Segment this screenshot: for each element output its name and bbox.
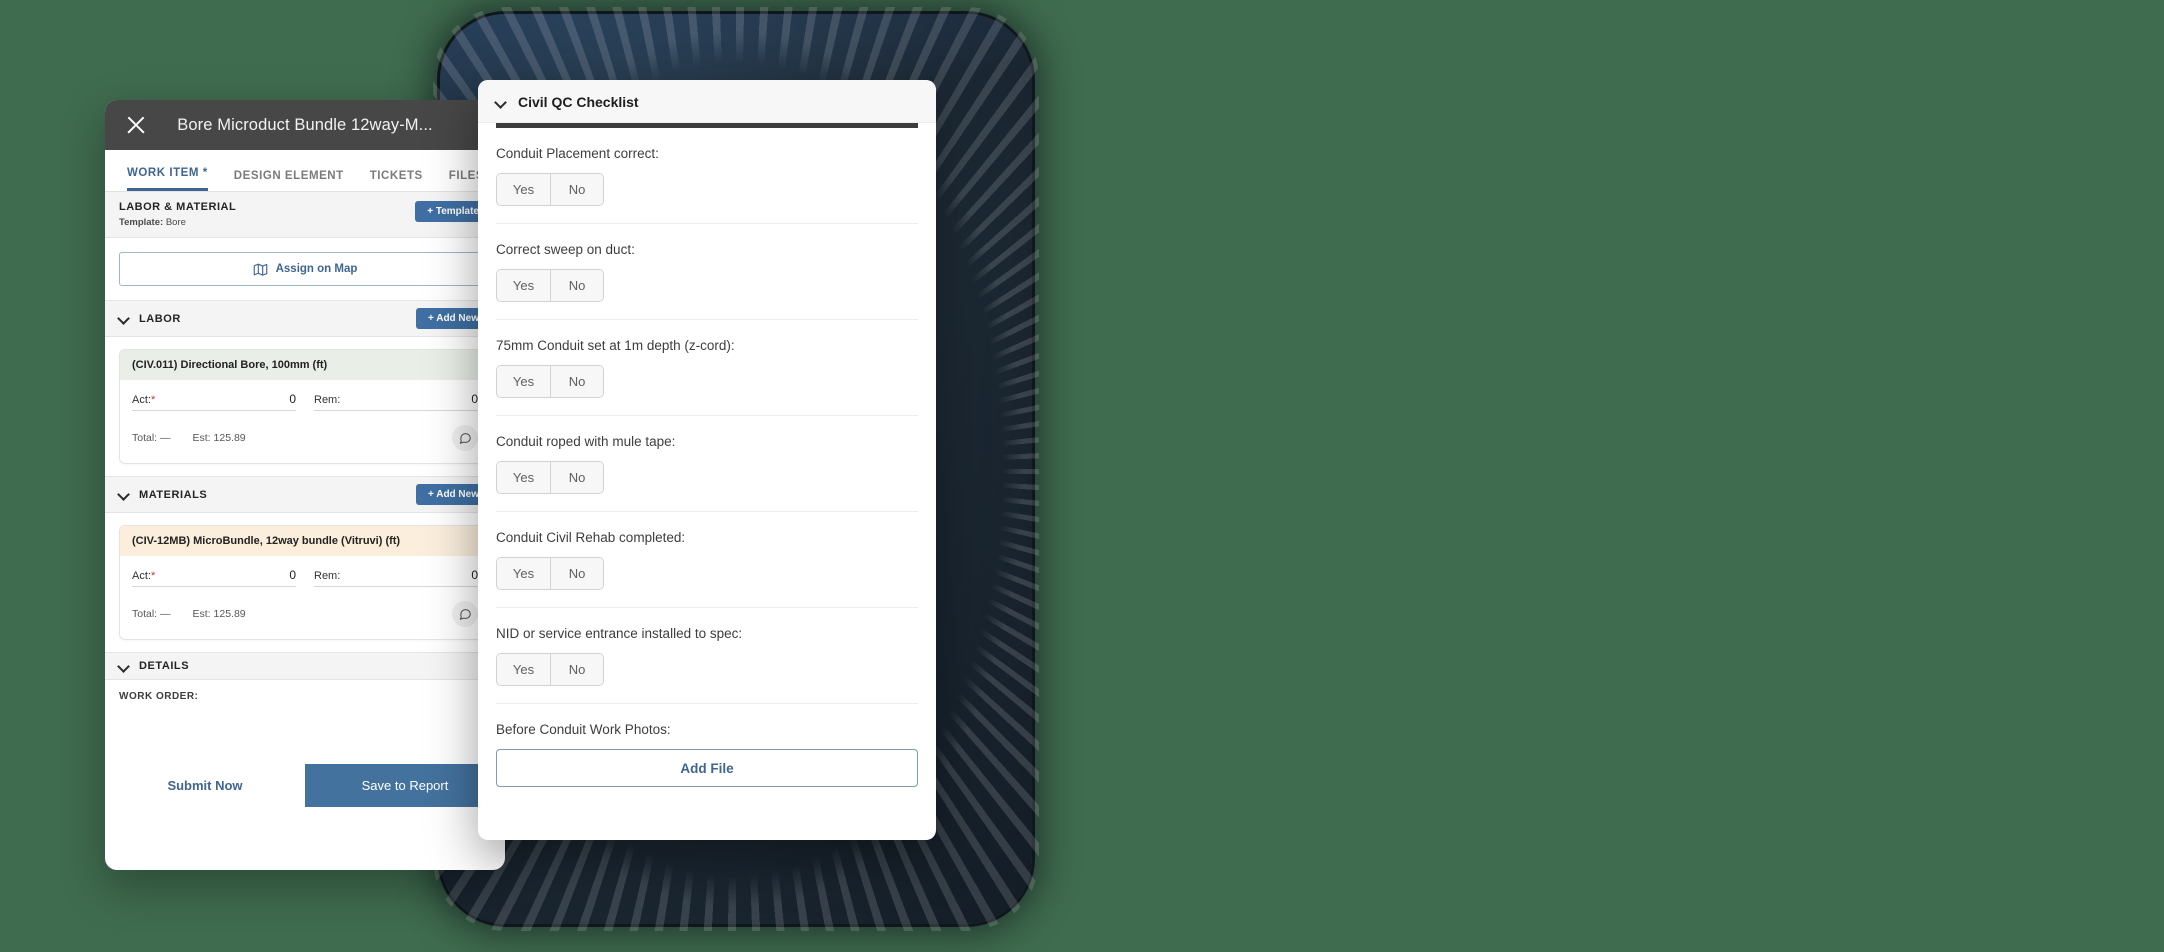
material-rem-label: Rem: <box>314 570 341 582</box>
qc-checklist-header[interactable]: Civil QC Checklist <box>478 80 936 123</box>
qc-question-label: Conduit Placement correct: <box>496 146 659 161</box>
yes-no-toggle: Yes No <box>496 365 604 398</box>
qc-question-row: Conduit Civil Rehab completed: Yes No <box>496 512 918 608</box>
chevron-down-icon <box>496 97 507 108</box>
assign-on-map-button[interactable]: Assign on Map <box>119 252 491 286</box>
comment-icon[interactable] <box>452 425 478 451</box>
labor-section-title: LABOR <box>139 312 181 325</box>
civil-qc-checklist-panel: Civil QC Checklist Conduit Placement cor… <box>478 80 936 840</box>
yes-button[interactable]: Yes <box>497 270 550 301</box>
labor-act-value: 0 <box>289 392 296 406</box>
material-item-card: (CIV-12MB) MicroBundle, 12way bundle (Vi… <box>119 525 491 640</box>
material-item-footer: Total: — Est: 125.89 <box>120 587 490 639</box>
map-icon <box>253 262 268 277</box>
template-name: Bore <box>165 217 186 228</box>
qc-question-row: Conduit roped with mule tape: Yes No <box>496 416 918 512</box>
template-line-prefix: Template: <box>119 217 164 228</box>
qc-question-label: Conduit Civil Rehab completed: <box>496 530 686 545</box>
chevron-down-icon <box>119 313 130 324</box>
labor-item-card: (CIV.011) Directional Bore, 100mm (ft) A… <box>119 349 491 464</box>
labor-item-name: (CIV.011) Directional Bore, 100mm (ft) <box>120 350 490 380</box>
labor-item-footer: Total: — Est: 125.89 <box>120 411 490 463</box>
yes-button[interactable]: Yes <box>497 654 550 685</box>
yes-button[interactable]: Yes <box>497 174 550 205</box>
no-button[interactable]: No <box>550 174 603 205</box>
work-item-action-bar: Submit Now Save to Report <box>105 764 505 807</box>
material-item-name: (CIV-12MB) MicroBundle, 12way bundle (Vi… <box>120 526 490 556</box>
qc-question-row: Correct sweep on duct: Yes No <box>496 224 918 320</box>
yes-button[interactable]: Yes <box>497 462 550 493</box>
labor-act-label: Act:* <box>132 394 156 406</box>
work-item-header: Bore Microduct Bundle 12way-M... <box>105 100 505 150</box>
material-total-label: Total: — <box>132 608 171 620</box>
close-icon[interactable] <box>123 112 149 138</box>
material-act-label: Act:* <box>132 570 156 582</box>
qc-file-upload-row: Before Conduit Work Photos: Add File <box>496 704 918 804</box>
qc-question-row: Conduit Placement correct: Yes No <box>496 128 918 224</box>
chevron-down-icon <box>119 489 130 500</box>
work-item-panel: Bore Microduct Bundle 12way-M... WORK IT… <box>105 100 505 870</box>
work-item-tabs: WORK ITEM * DESIGN ELEMENT TICKETS FILES <box>105 150 505 192</box>
labor-rem-label: Rem: <box>314 394 341 406</box>
material-est-label: Est: 125.89 <box>192 608 246 620</box>
work-item-title: Bore Microduct Bundle 12way-M... <box>177 115 433 134</box>
template-line: Template: Bore <box>119 217 236 228</box>
tab-design-element[interactable]: DESIGN ELEMENT <box>234 170 344 191</box>
yes-no-toggle: Yes No <box>496 461 604 494</box>
yes-no-toggle: Yes No <box>496 653 604 686</box>
labor-rem-value: 0 <box>471 392 478 406</box>
materials-section-header[interactable]: MATERIALS + Add New <box>105 476 505 513</box>
labor-section-header[interactable]: LABOR + Add New <box>105 300 505 337</box>
tab-tickets[interactable]: TICKETS <box>370 170 423 191</box>
details-section-header[interactable]: DETAILS <box>105 652 505 680</box>
yes-no-toggle: Yes No <box>496 173 604 206</box>
no-button[interactable]: No <box>550 558 603 589</box>
add-file-button[interactable]: Add File <box>496 749 918 787</box>
details-section-title: DETAILS <box>139 660 190 672</box>
no-button[interactable]: No <box>550 462 603 493</box>
no-button[interactable]: No <box>550 366 603 397</box>
qc-checklist-title: Civil QC Checklist <box>518 94 639 110</box>
assign-on-map-wrap: Assign on Map <box>105 238 505 300</box>
labor-material-title: LABOR & MATERIAL <box>119 201 237 213</box>
submit-now-button[interactable]: Submit Now <box>105 766 305 805</box>
comment-icon[interactable] <box>452 601 478 627</box>
save-to-report-button[interactable]: Save to Report <box>305 764 505 807</box>
chevron-down-icon <box>119 661 130 672</box>
work-order-label: WORK ORDER: <box>119 691 199 702</box>
tab-work-item[interactable]: WORK ITEM * <box>127 167 208 191</box>
no-button[interactable]: No <box>550 270 603 301</box>
labor-est-label: Est: 125.89 <box>192 432 246 444</box>
material-rem-value: 0 <box>471 568 478 582</box>
yes-button[interactable]: Yes <box>497 558 550 589</box>
labor-item-fields: Act:* 0 Rem: 0 <box>120 380 490 411</box>
labor-rem-field[interactable]: Rem: 0 <box>314 392 478 411</box>
yes-button[interactable]: Yes <box>497 366 550 397</box>
details-section-body: WORK ORDER: <box>105 680 505 702</box>
yes-no-toggle: Yes No <box>496 269 604 302</box>
labor-act-field[interactable]: Act:* 0 <box>132 392 296 411</box>
material-act-value: 0 <box>289 568 296 582</box>
yes-no-toggle: Yes No <box>496 557 604 590</box>
qc-question-row: 75mm Conduit set at 1m depth (z-cord): Y… <box>496 320 918 416</box>
file-upload-label: Before Conduit Work Photos: <box>496 722 671 737</box>
qc-question-label: Correct sweep on duct: <box>496 242 635 257</box>
qc-question-label: 75mm Conduit set at 1m depth (z-cord): <box>496 338 735 353</box>
no-button[interactable]: No <box>550 654 603 685</box>
labor-material-strip: LABOR & MATERIAL Template: Bore + Templa… <box>105 192 505 238</box>
materials-section-title: MATERIALS <box>139 488 208 501</box>
material-item-fields: Act:* 0 Rem: 0 <box>120 556 490 587</box>
qc-checklist-body: Conduit Placement correct: Yes No Correc… <box>478 128 936 804</box>
qc-question-label: NID or service entrance installed to spe… <box>496 626 743 641</box>
qc-question-row: NID or service entrance installed to spe… <box>496 608 918 704</box>
qc-question-label: Conduit roped with mule tape: <box>496 434 676 449</box>
material-act-field[interactable]: Act:* 0 <box>132 568 296 587</box>
labor-total-label: Total: — <box>132 432 171 444</box>
material-rem-field[interactable]: Rem: 0 <box>314 568 478 587</box>
assign-on-map-label: Assign on Map <box>275 263 358 275</box>
